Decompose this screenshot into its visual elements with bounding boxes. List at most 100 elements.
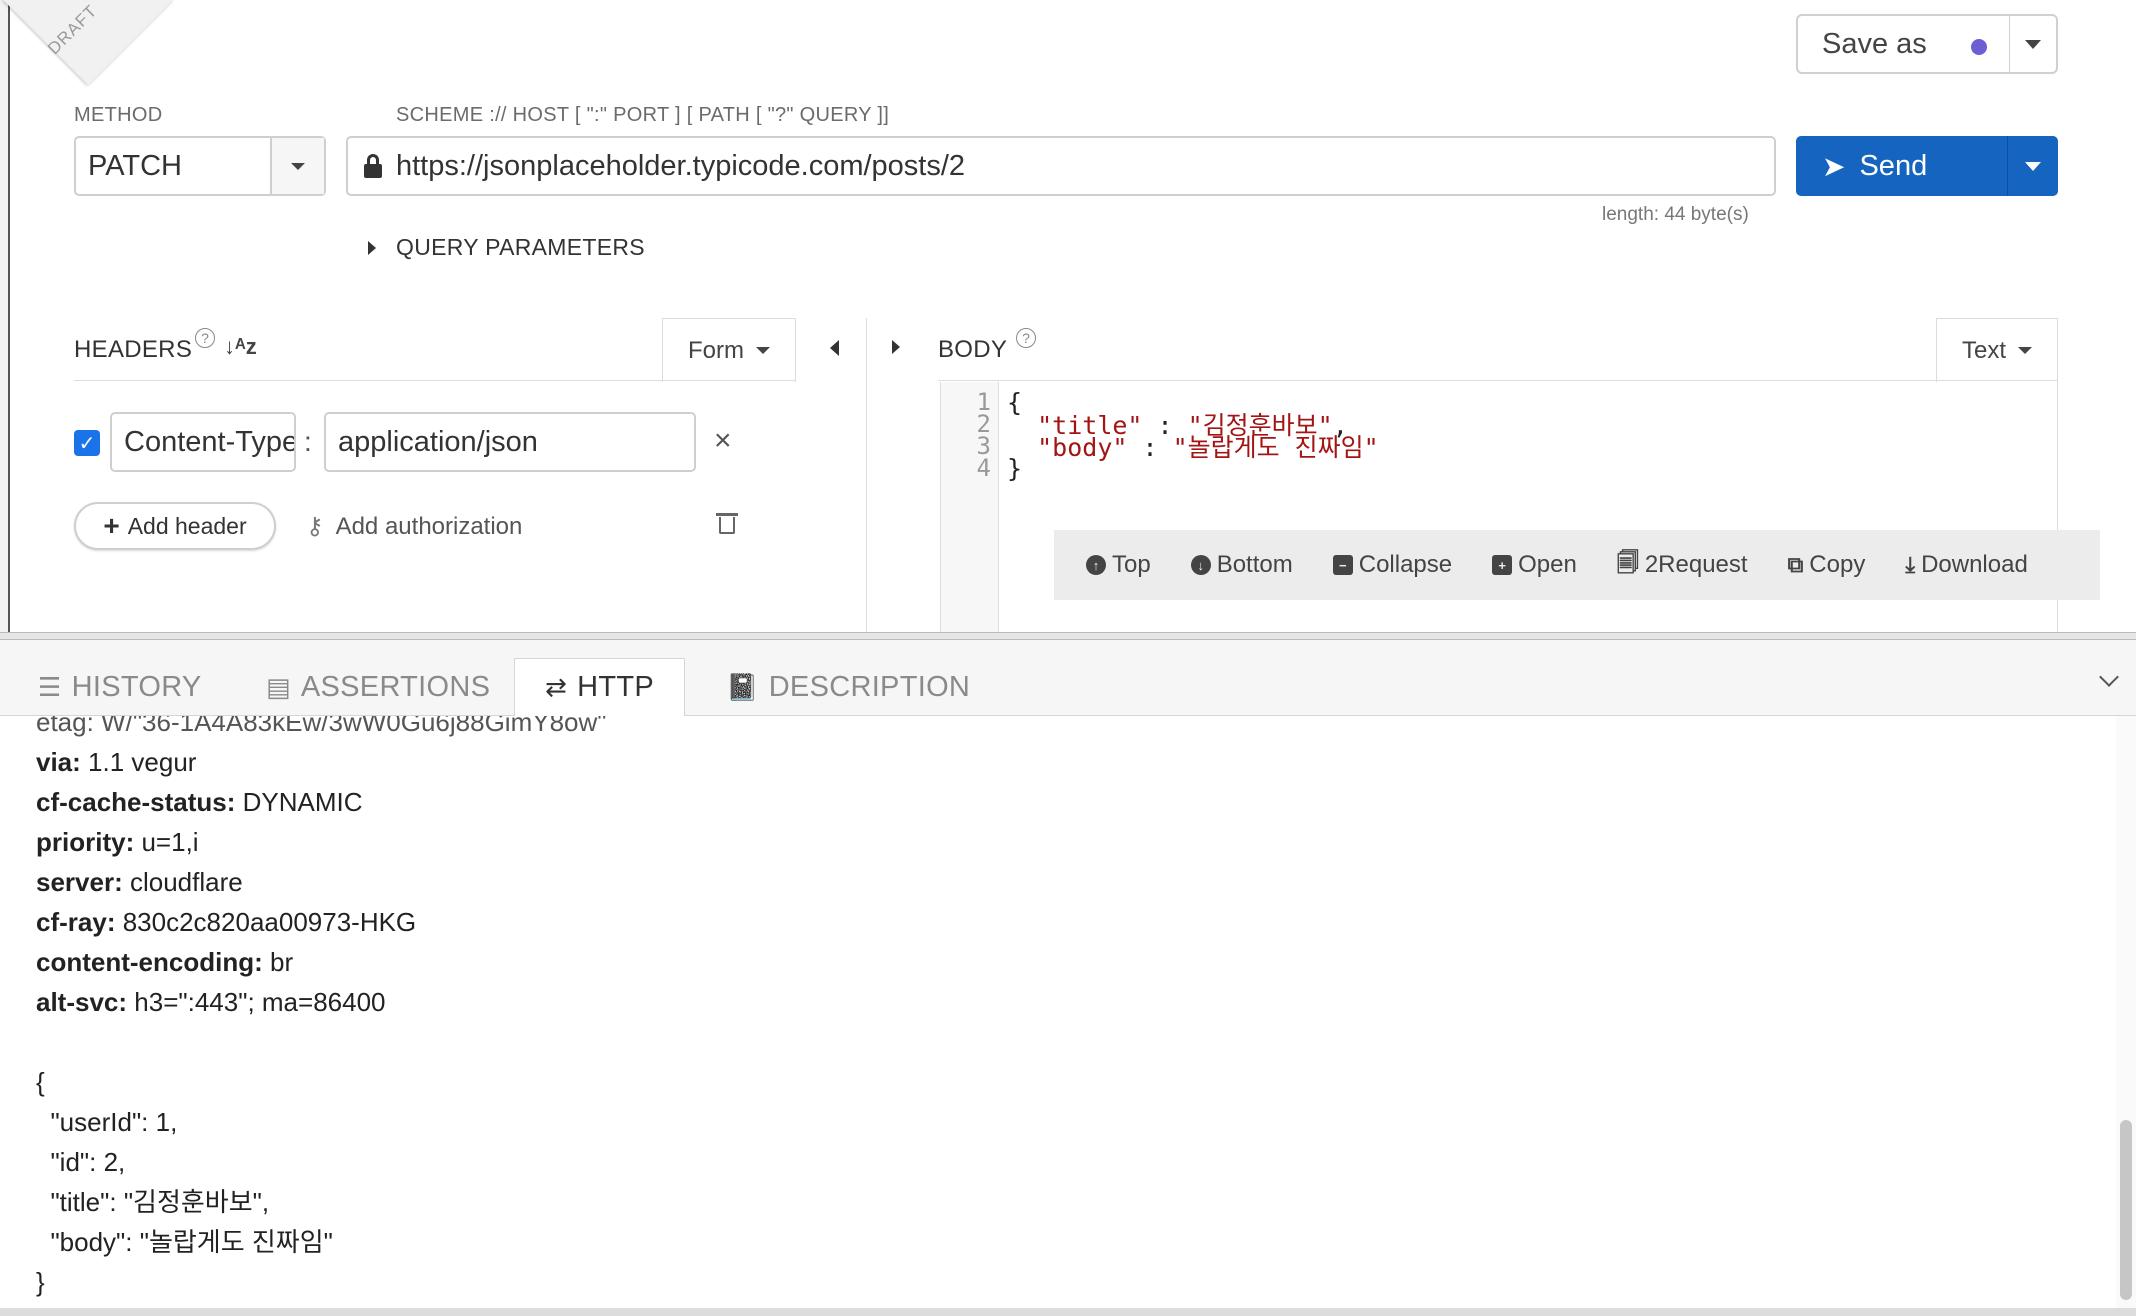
save-as-dropdown-button[interactable] <box>2010 16 2056 72</box>
http-response-view[interactable]: etag: W/"36-1A4A83kEw/3wW0Gu6j88GimY8ow"… <box>12 716 2112 1308</box>
line-number: 4 <box>976 454 991 482</box>
caret-right-icon <box>368 240 376 255</box>
file-icon: 🗐 <box>1616 550 1639 575</box>
query-parameters-label: QUERY PARAMETERS <box>396 234 645 260</box>
save-as-label: Save as <box>1822 27 1927 60</box>
body-type-value: Text <box>1961 336 2006 364</box>
lock-icon <box>364 154 382 178</box>
url-value: https://jsonplaceholder.typicode.com/pos… <box>396 149 966 182</box>
tab-assertions[interactable]: ▤ ASSERTIONS <box>266 658 490 716</box>
copy-icon: ⧉ <box>1787 552 1804 577</box>
tab-description-label: DESCRIPTION <box>768 670 971 703</box>
add-header-label: Add header <box>127 512 247 539</box>
json-line: { <box>36 1067 45 1097</box>
tab-description[interactable]: 📓 DESCRIPTION <box>726 658 970 716</box>
tab-assertions-label: ASSERTIONS <box>300 670 491 703</box>
response-header: cf-cache-status: DYNAMIC <box>36 782 607 822</box>
send-dropdown-button[interactable] <box>2008 136 2058 196</box>
copy-label: Copy <box>1809 551 1866 578</box>
collapse-panel-button[interactable] <box>2099 667 2119 687</box>
divider <box>74 380 796 381</box>
send-label: Send <box>1859 149 1928 182</box>
open-label: Open <box>1518 551 1577 578</box>
method-value: PATCH <box>88 149 182 182</box>
response-json: { "userId": 1, "id": 2, "title": "김정훈바보"… <box>36 1062 607 1302</box>
response-scrollbar[interactable] <box>2116 716 2136 1308</box>
code-text: "body" : "놀랍게도 진짜임" <box>1037 433 1379 462</box>
header-value: br <box>270 947 294 977</box>
header-separator: : <box>304 426 312 457</box>
sort-alpha-icon[interactable]: ↓ᴬz <box>224 334 257 360</box>
to-request-label: 2Request <box>1644 551 1748 578</box>
arrow-up-circle-icon: ↑ <box>1086 555 1106 575</box>
body-type-select[interactable]: Text <box>1936 318 2058 382</box>
header-value: 1.1 vegur <box>88 747 197 777</box>
open-button[interactable]: + Open <box>1492 551 1577 579</box>
tab-history-label: HISTORY <box>71 670 202 703</box>
pane-divider[interactable] <box>866 318 867 632</box>
save-as-group: Save as <box>1796 14 2058 74</box>
scroll-top-label: Top <box>1112 551 1151 578</box>
help-icon[interactable]: ? <box>195 328 215 348</box>
response-header: priority: u=1,i <box>36 822 607 862</box>
response-header: via: 1.1 vegur <box>36 742 607 782</box>
download-icon: ⤓ <box>1905 552 1916 577</box>
chevron-down-icon <box>2025 161 2041 171</box>
help-icon[interactable]: ? <box>1016 328 1036 348</box>
method-caption: METHOD <box>74 104 163 126</box>
code-text: } <box>1007 453 1023 483</box>
json-line: "title": "김정훈바보", <box>36 1187 270 1217</box>
url-input[interactable]: https://jsonplaceholder.typicode.com/pos… <box>346 136 1776 196</box>
scroll-bottom-label: Bottom <box>1216 551 1293 578</box>
scroll-top-button[interactable]: ↑ Top <box>1086 551 1151 579</box>
chevron-down-icon <box>291 162 305 170</box>
swap-icon: ⇄ <box>545 672 568 702</box>
save-as-button[interactable]: Save as <box>1798 16 2010 72</box>
method-select[interactable]: PATCH <box>74 136 326 196</box>
window-left-edge <box>0 0 10 632</box>
add-header-button[interactable]: + Add header <box>74 502 276 550</box>
scroll-bottom-button[interactable]: ↓ Bottom <box>1190 551 1293 579</box>
header-key: content-encoding: <box>36 947 263 977</box>
add-authorization-link[interactable]: ⚷ Add authorization <box>306 512 522 541</box>
panel-splitter[interactable] <box>0 632 2136 640</box>
response-header: cf-ray: 830c2c820aa00973-HKG <box>36 902 607 942</box>
header-name-input[interactable]: Content-Type <box>110 412 296 472</box>
copy-button[interactable]: ⧉ Copy <box>1788 551 1866 579</box>
list-icon: ☰ <box>38 671 62 702</box>
query-parameters-toggle[interactable]: QUERY PARAMETERS <box>368 234 645 261</box>
header-enabled-checkbox[interactable]: ✓ <box>74 430 100 456</box>
download-label: Download <box>1921 551 2028 578</box>
method-dropdown-button[interactable] <box>270 138 324 194</box>
tab-history[interactable]: ☰ HISTORY <box>38 658 202 716</box>
plus-square-icon: + <box>1492 555 1513 575</box>
header-value-input[interactable]: application/json <box>324 412 696 472</box>
response-header: content-encoding: br <box>36 942 607 982</box>
headers-title: HEADERS <box>74 336 193 363</box>
header-key: priority: <box>36 827 135 857</box>
add-authorization-label: Add authorization <box>335 512 523 540</box>
window-bottom-edge <box>0 1308 2136 1316</box>
json-line: "body": "놀랍게도 진짜임" <box>36 1227 333 1257</box>
divider <box>938 380 2058 381</box>
minus-square-icon: − <box>1332 555 1353 575</box>
header-key: via: <box>36 747 81 777</box>
scrollbar-thumb[interactable] <box>2120 1120 2132 1300</box>
paper-plane-icon: ➤ <box>1822 150 1846 182</box>
unsaved-indicator <box>1971 39 1987 55</box>
request-panel: DRAFT Save as METHOD SCHEME :// HOST [ "… <box>0 0 2136 632</box>
remove-header-icon[interactable]: × <box>714 424 732 458</box>
headers-mode-select[interactable]: Form <box>662 318 796 382</box>
header-value: cloudflare <box>129 867 243 897</box>
to-request-button[interactable]: 🗐 2Request <box>1616 550 1748 579</box>
response-header: server: cloudflare <box>36 862 607 902</box>
tab-http[interactable]: ⇄ HTTP <box>514 658 686 717</box>
collapse-button[interactable]: − Collapse <box>1332 551 1452 579</box>
collapse-left-icon[interactable] <box>830 340 839 356</box>
download-button[interactable]: ⤓ Download <box>1905 551 2027 579</box>
json-string: "놀랍게도 진짜임" <box>1172 433 1379 462</box>
send-button[interactable]: ➤ Send <box>1796 136 2008 196</box>
json-line: "id": 2, <box>36 1147 126 1177</box>
expand-right-icon[interactable] <box>892 340 900 354</box>
trash-icon[interactable] <box>716 512 738 534</box>
